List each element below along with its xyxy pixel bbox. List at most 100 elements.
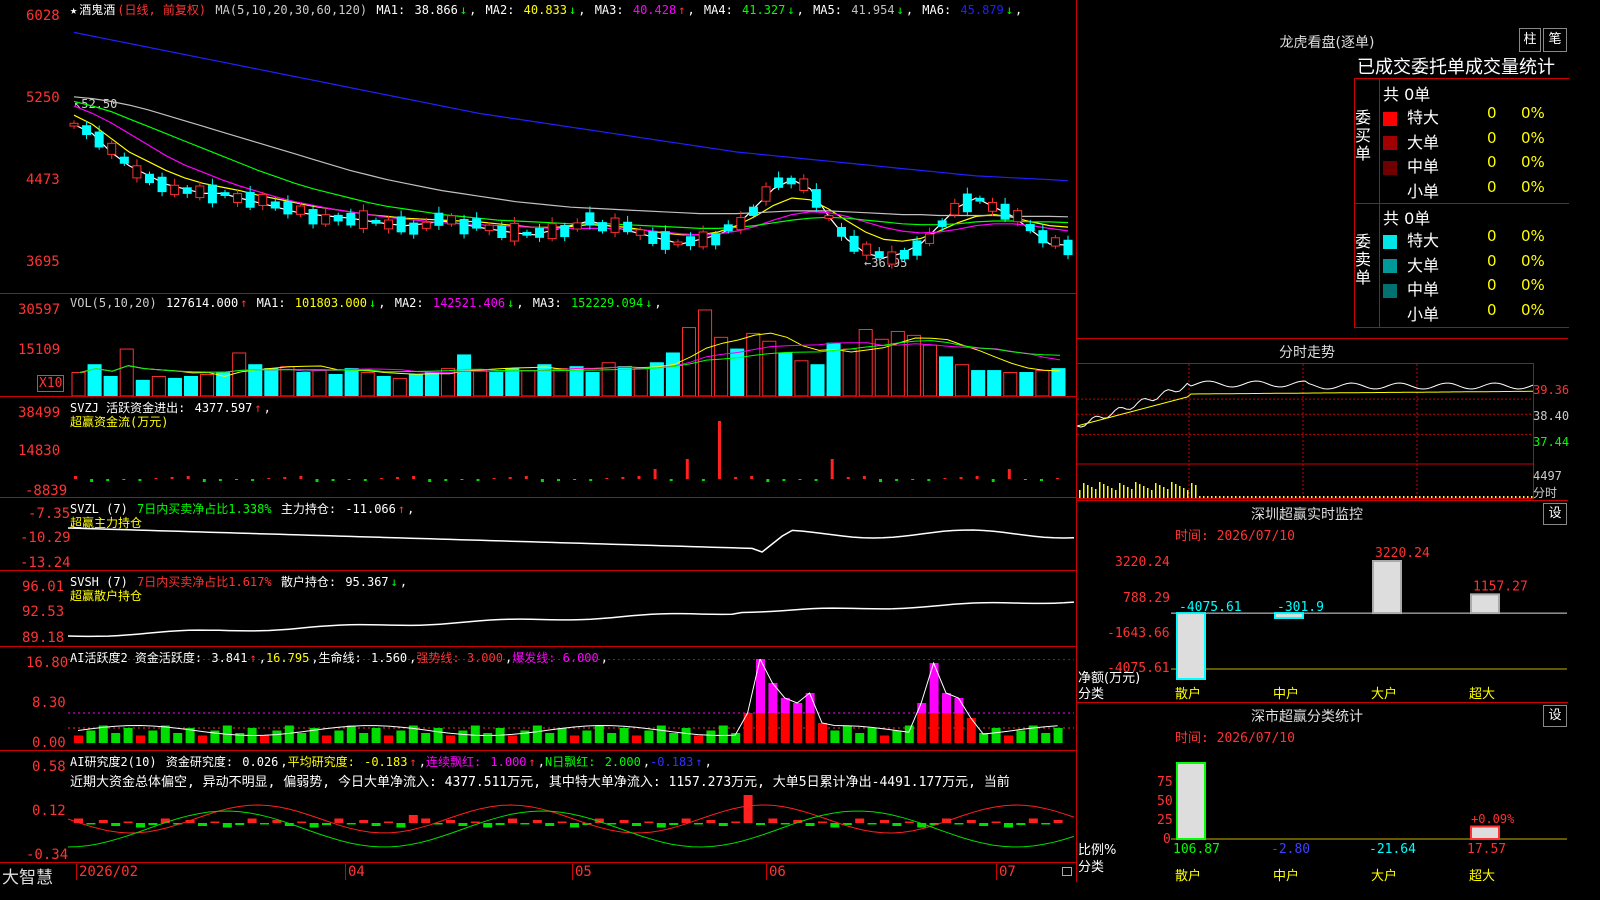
date-tick: 06 [766, 864, 786, 880]
sz-monitor-panel[interactable]: 深圳超赢实时监控 设 时间: 2026/07/10 3220.24 788.29… [1077, 500, 1568, 703]
ai-active-bar [148, 730, 158, 743]
ai-active-bar [1053, 728, 1063, 743]
intraday-vol-bar [1335, 496, 1337, 498]
intraday-panel[interactable]: 分时走势 39.36 38.40 37.44 4497 分时 [1077, 338, 1570, 501]
candle-body [69, 122, 79, 127]
order-pct: 0% [1521, 128, 1545, 147]
svzj-bar [846, 477, 850, 479]
volume-chart[interactable] [68, 308, 1074, 396]
tick-mode-button[interactable]: 笔 [1543, 28, 1567, 52]
intraday-vol-bar [1171, 482, 1173, 498]
volume-bar [119, 348, 134, 396]
vol-y-label: 15109 [18, 342, 61, 358]
ai-research-pane[interactable]: AI研究度2(10) 资金研究度: 0.026 ,平均研究度: -0.183 ↑ ,连… [0, 750, 1076, 863]
ai-active-bar [359, 733, 369, 743]
intraday-vol-bar [1119, 483, 1121, 498]
order-count: 0 [1487, 227, 1497, 245]
ai-fund-value: 0.026 [242, 755, 279, 769]
svzj-bar [122, 479, 126, 480]
volume-bar [714, 336, 729, 396]
svsh-pane[interactable]: SVSH (7) 7日内买卖净占比1.617% 散户持仓: 95.367 ↓, 超… [0, 570, 1076, 647]
candle-body [597, 222, 607, 232]
main-chart-area[interactable]: ★ 酒鬼酒 (日线, 前复权) MA(5,10,20,30,60,120) MA1:… [0, 0, 1076, 888]
price-chart[interactable] [68, 14, 1074, 290]
candle-body [585, 212, 595, 226]
ai-active-bar [160, 725, 170, 743]
ai-active-bar [470, 725, 480, 743]
svzj-pane[interactable]: SVZJ 活跃资金进出: 4377.597 ↑, 超赢资金流(万元) 38499 … [0, 396, 1076, 499]
category-stats-panel[interactable]: 深市超赢分类统计 设 时间: 2026/07/10 75 50 25 0 比例%… [1077, 702, 1568, 884]
stats-table-title: 已成交委托单成交量统计 [1357, 57, 1555, 78]
intraday-vol-bar [1159, 485, 1161, 498]
svsh-y-label: 92.53 [22, 604, 65, 620]
candle-body [1063, 239, 1073, 256]
candle-body [610, 217, 620, 233]
intraday-price-line [1077, 380, 1533, 428]
volume-bar [296, 372, 311, 396]
intraday-vol-bar [1471, 496, 1473, 498]
ai-research-chart[interactable] [68, 789, 1074, 861]
intraday-chart[interactable] [1077, 364, 1533, 498]
ai-research-bar [111, 823, 121, 826]
volume-bar [280, 366, 295, 396]
svzj-bar [428, 479, 432, 482]
intraday-vol-bar [1227, 496, 1229, 498]
ai-active-bar [421, 733, 431, 743]
svzl-pane[interactable]: SVZL (7) 7日内买卖净占比1.338% 主力持仓: -11.066 ↑, … [0, 497, 1076, 571]
ai-active-bar [334, 730, 344, 743]
price-y-label: 5250 [26, 90, 60, 106]
ai-research-bar [1016, 823, 1026, 825]
vol-y-label: 30597 [18, 302, 61, 318]
ai-research-bar [756, 823, 765, 825]
candle-body [459, 218, 469, 235]
ai-active-bar [669, 733, 679, 743]
intraday-vol-bar [1087, 485, 1089, 498]
candle-body [119, 156, 129, 164]
intraday-vol-bar [1143, 486, 1145, 498]
ai-research-bar [619, 820, 629, 823]
svzj-bar [685, 459, 689, 479]
candle-body [572, 222, 582, 230]
ai-active-chart[interactable] [68, 659, 1074, 751]
svzj-chart[interactable] [68, 409, 1074, 497]
ai-research-bar [408, 815, 418, 823]
svzj-bar [573, 479, 577, 480]
ai-active-bar [892, 730, 902, 743]
ai-research-bar [334, 818, 344, 823]
ai-research-bar [322, 823, 331, 825]
monitor-category-label: 中户 [1273, 687, 1300, 702]
ai-active-bar [508, 735, 517, 743]
order-stats-table: 委买单 委卖单 共 0单 共 0单 特大 0 0% 大单 0 0% 中单 0 0% 小单 0 0% 特… [1354, 78, 1569, 328]
intraday-y-label: 37.44 [1533, 435, 1570, 449]
order-count: 0 [1487, 104, 1497, 122]
volume-bar [762, 340, 777, 396]
intraday-vol-bar [1215, 496, 1217, 498]
ai-active-pane[interactable]: AI活跃度2 资金活跃度: 3.841 ↑ ,16.795 ,生命线: 1.560 ,强… [0, 646, 1076, 751]
bar-mode-button[interactable]: 柱 [1519, 28, 1541, 52]
svzl-chart[interactable] [68, 508, 1074, 570]
svsh-chart[interactable] [68, 581, 1074, 645]
ai-active-y-label: 0.00 [32, 735, 66, 751]
price-pane[interactable]: ★ 酒鬼酒 (日线, 前复权) MA(5,10,20,30,60,120) MA1:… [0, 0, 1076, 293]
volume-pane[interactable]: VOL(5,10,20) 127614.000 ↑ MA1: 101803.000… [0, 293, 1076, 397]
candle-body [635, 229, 645, 236]
candle-body [321, 214, 331, 225]
sz-monitor-chart[interactable]: -4075.61 -301.9 3220.24 1157.27 [1171, 541, 1567, 681]
order-pct: 0% [1521, 104, 1545, 122]
ai-active-bar [818, 723, 827, 743]
category-stats-chart[interactable]: 106.87 -2.80 -21.64 17.57 +0.09% [1171, 761, 1567, 853]
ai-nred-value: 2.000 [604, 755, 641, 769]
intraday-vol-bar [1439, 496, 1441, 498]
volume-bar [633, 368, 648, 396]
date-tick: 04 [345, 864, 365, 880]
ai-active-bar [942, 713, 951, 743]
ai-active-bar [793, 713, 803, 743]
svsh-y-label: 96.01 [22, 579, 65, 595]
size-label: 大单 [1407, 255, 1440, 275]
svzj-bar [750, 476, 754, 479]
stats-settings-button[interactable]: 设 [1543, 705, 1567, 727]
volume-bar [1019, 372, 1034, 396]
monitor-settings-button[interactable]: 设 [1543, 503, 1567, 525]
lock-icon[interactable] [1062, 867, 1072, 876]
candle-body [497, 225, 507, 238]
